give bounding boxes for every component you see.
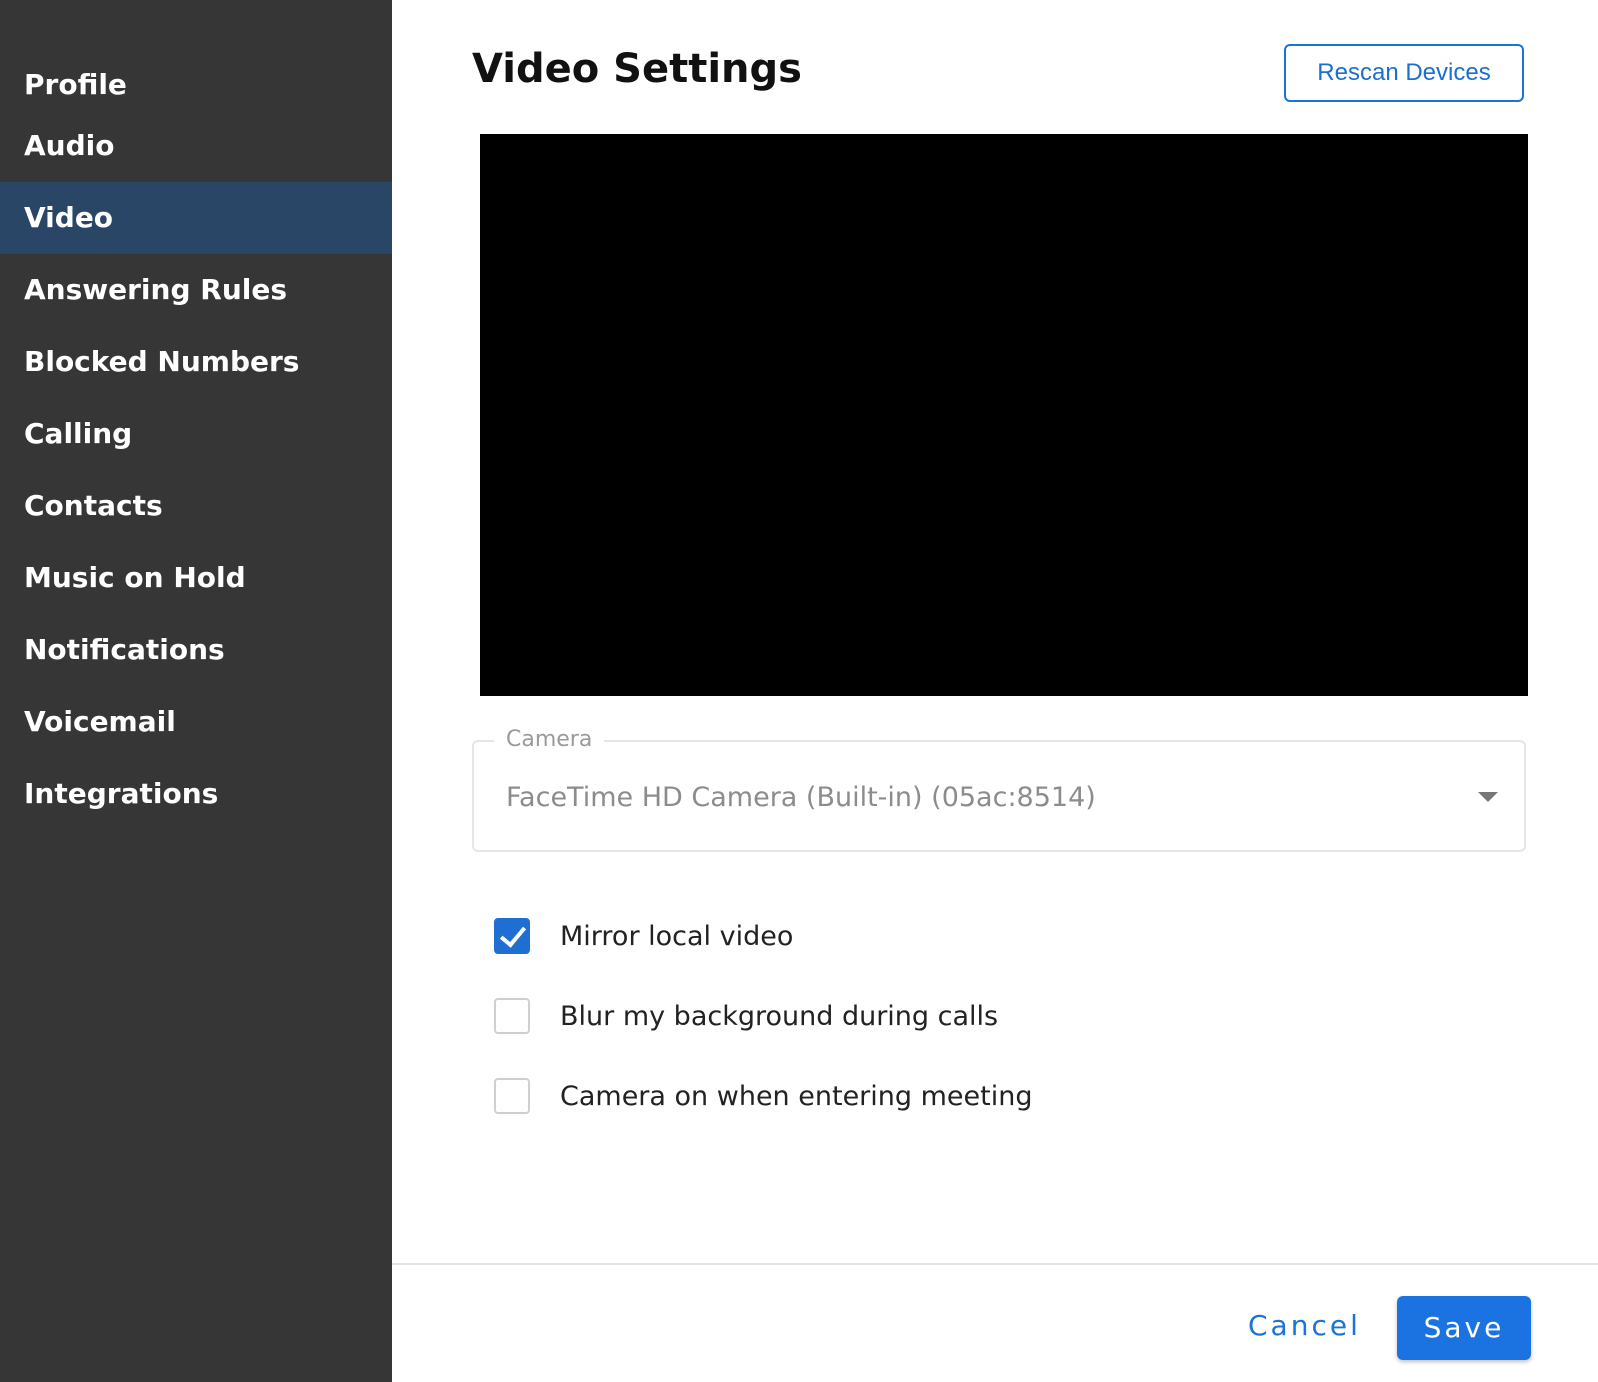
cancel-button[interactable]: Cancel <box>1238 1296 1371 1356</box>
sidebar-item-profile[interactable]: Profile <box>0 50 392 110</box>
checkmark-icon <box>499 920 527 948</box>
blur-background-label: Blur my background during calls <box>560 1000 999 1032</box>
rescan-devices-button[interactable]: Rescan Devices <box>1284 44 1524 102</box>
blur-background-option[interactable]: Blur my background during calls <box>494 996 998 1036</box>
settings-sidebar: Profile Audio Video Answering Rules Bloc… <box>0 0 392 1382</box>
sidebar-item-music-on-hold[interactable]: Music on Hold <box>0 542 392 614</box>
camera-selected-value: FaceTime HD Camera (Built-in) (05ac:8514… <box>506 782 1096 813</box>
chevron-down-icon <box>1478 792 1498 802</box>
mirror-local-video-label: Mirror local video <box>560 920 794 952</box>
video-preview <box>480 134 1528 696</box>
mirror-local-video-checkbox[interactable] <box>494 918 530 954</box>
video-settings-panel: Video Settings Rescan Devices Camera Fac… <box>392 0 1598 1382</box>
camera-select[interactable]: Camera FaceTime HD Camera (Built-in) (05… <box>472 724 1526 852</box>
sidebar-item-audio[interactable]: Audio <box>0 110 392 182</box>
camera-field-label: Camera <box>494 724 605 756</box>
sidebar-item-blocked-numbers[interactable]: Blocked Numbers <box>0 326 392 398</box>
sidebar-item-answering-rules[interactable]: Answering Rules <box>0 254 392 326</box>
camera-on-entering-option[interactable]: Camera on when entering meeting <box>494 1076 1032 1116</box>
sidebar-item-video[interactable]: Video <box>0 182 392 254</box>
sidebar-nav-list: Profile Audio Video Answering Rules Bloc… <box>0 0 392 830</box>
sidebar-item-calling[interactable]: Calling <box>0 398 392 470</box>
settings-window: Profile Audio Video Answering Rules Bloc… <box>0 0 1598 1382</box>
sidebar-item-integrations[interactable]: Integrations <box>0 758 392 830</box>
camera-on-entering-checkbox[interactable] <box>494 1078 530 1114</box>
footer-divider <box>392 1263 1598 1265</box>
sidebar-item-contacts[interactable]: Contacts <box>0 470 392 542</box>
sidebar-item-notifications[interactable]: Notifications <box>0 614 392 686</box>
mirror-local-video-option[interactable]: Mirror local video <box>494 916 793 956</box>
sidebar-item-voicemail[interactable]: Voicemail <box>0 686 392 758</box>
save-button[interactable]: Save <box>1397 1296 1531 1360</box>
camera-on-entering-label: Camera on when entering meeting <box>560 1080 1033 1112</box>
blur-background-checkbox[interactable] <box>494 998 530 1034</box>
page-title: Video Settings <box>472 46 802 92</box>
